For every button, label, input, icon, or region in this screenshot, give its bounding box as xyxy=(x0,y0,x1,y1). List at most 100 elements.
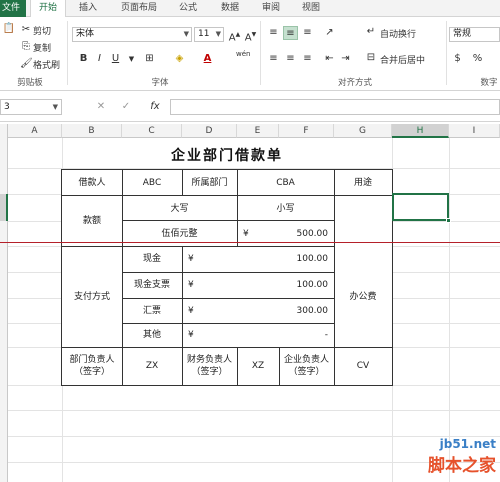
payment-amount-other[interactable]: - xyxy=(222,323,334,347)
formula-input[interactable] xyxy=(170,99,500,115)
underline-button[interactable]: U xyxy=(108,52,123,66)
copy-button[interactable]: 复制 xyxy=(33,41,51,54)
fill-color-icon[interactable]: ◈ xyxy=(172,52,187,66)
increase-font-icon[interactable]: A▲ xyxy=(227,28,242,43)
column-header-i[interactable]: I xyxy=(449,124,500,138)
row-header[interactable] xyxy=(0,138,8,194)
column-header-c[interactable]: C xyxy=(122,124,182,138)
finance-head-label[interactable]: 财务负责人（签字） xyxy=(182,347,237,385)
dept-head-value[interactable]: ZX xyxy=(122,347,182,385)
percent-icon[interactable]: % xyxy=(470,52,485,66)
orientation-icon[interactable]: ↗ xyxy=(322,26,337,40)
excel-window: 文件 开始 插入 页面布局 公式 数据 审阅 视图 📋 ✂ 剪切 ⎘ 复制 🖌 … xyxy=(0,0,500,482)
border-icon[interactable]: ⊞ xyxy=(142,52,157,66)
align-top-icon[interactable]: ≡ xyxy=(266,26,281,40)
active-cell-h[interactable] xyxy=(392,193,451,223)
italic-button[interactable]: I xyxy=(92,52,107,66)
font-group-label: 字体 xyxy=(151,78,169,88)
align-left-icon[interactable]: ≡ xyxy=(266,52,281,66)
column-header-b[interactable]: B xyxy=(62,124,122,138)
cut-button[interactable]: 剪切 xyxy=(33,24,51,37)
select-all-corner[interactable] xyxy=(0,124,8,138)
column-header-f[interactable]: F xyxy=(279,124,334,138)
bold-button[interactable]: B xyxy=(76,52,91,66)
font-name-value: 宋体 xyxy=(76,29,95,39)
dept-value[interactable]: CBA xyxy=(237,170,334,196)
paste-icon[interactable]: 📋 xyxy=(2,23,16,35)
purpose-label[interactable]: 用途 xyxy=(334,170,392,196)
payment-amount-cash[interactable]: 100.00 xyxy=(222,246,334,272)
column-header-d[interactable]: D xyxy=(182,124,237,138)
tab-data[interactable]: 数据 xyxy=(212,0,248,17)
payment-method-check[interactable]: 现金支票 xyxy=(122,272,182,298)
row-header[interactable] xyxy=(0,221,8,482)
payment-method-cash[interactable]: 现金 xyxy=(122,246,182,272)
phonetic-guide-button[interactable]: wén xyxy=(236,50,250,58)
tab-formulas[interactable]: 公式 xyxy=(170,0,206,17)
borrower-value[interactable]: ABC xyxy=(122,170,182,196)
align-center-icon[interactable]: ≡ xyxy=(283,52,298,66)
amount-upper-label[interactable]: 大写 xyxy=(122,196,237,221)
purpose-value[interactable]: 办公费 xyxy=(334,196,392,347)
fill-handle[interactable] xyxy=(446,218,451,223)
tab-home[interactable]: 开始 xyxy=(30,0,66,18)
table-border xyxy=(61,385,393,386)
dept-label[interactable]: 所属部门 xyxy=(182,170,237,196)
row-header-selected[interactable] xyxy=(0,194,8,221)
table-border xyxy=(182,246,183,385)
payment-amount-draft[interactable]: 300.00 xyxy=(222,298,334,323)
font-name-combo[interactable]: 宋体 ▼ xyxy=(72,27,192,42)
cancel-icon[interactable]: ✕ xyxy=(95,101,107,113)
chevron-down-icon: ▼ xyxy=(215,30,221,38)
payment-currency: ¥ xyxy=(188,305,194,316)
wrap-text-button[interactable]: 自动换行 xyxy=(380,27,416,40)
column-header-a[interactable]: A xyxy=(8,124,62,138)
payment-amount-check[interactable]: 100.00 xyxy=(222,272,334,298)
merge-center-button[interactable]: 合并后居中 xyxy=(380,53,425,66)
font-size-value: 11 xyxy=(198,29,210,39)
font-color-icon[interactable]: A xyxy=(200,52,215,66)
align-middle-icon[interactable]: ≡ xyxy=(283,26,298,40)
tab-file[interactable]: 文件 xyxy=(0,0,26,17)
watermark-name: 脚本之家 xyxy=(428,456,496,476)
finance-head-value[interactable]: XZ xyxy=(237,347,279,385)
format-painter-button[interactable]: 格式刷 xyxy=(33,58,60,71)
borrower-label[interactable]: 借款人 xyxy=(62,170,122,196)
enter-icon[interactable]: ✓ xyxy=(120,101,132,113)
align-bottom-icon[interactable]: ≡ xyxy=(300,26,315,40)
formula-bar: 3 ▼ ✕ ✓ fx xyxy=(0,92,500,122)
tab-review[interactable]: 审阅 xyxy=(253,0,289,17)
dept-head-label[interactable]: 部门负责人（签字） xyxy=(62,347,122,385)
column-header-e[interactable]: E xyxy=(237,124,279,138)
amount-lower-label[interactable]: 小写 xyxy=(237,196,334,221)
company-head-value[interactable]: CV xyxy=(334,347,392,385)
column-header-g[interactable]: G xyxy=(334,124,392,138)
chevron-down-icon[interactable]: ▼ xyxy=(124,52,139,66)
decrease-indent-icon[interactable]: ⇤ xyxy=(322,52,337,66)
column-header-h[interactable]: H xyxy=(392,124,449,138)
insert-function-button[interactable]: fx xyxy=(148,101,162,113)
group-separator xyxy=(67,21,68,85)
alignment-group-label: 对齐方式 xyxy=(337,78,372,88)
table-border xyxy=(122,220,334,221)
payment-method-draft[interactable]: 汇票 xyxy=(122,298,182,323)
table-border xyxy=(334,170,335,385)
tab-view[interactable]: 视图 xyxy=(293,0,329,17)
currency-icon[interactable]: $ xyxy=(450,52,465,66)
page-break-line xyxy=(0,242,500,243)
number-format-combo[interactable]: 常规 xyxy=(449,27,500,42)
payment-method-label[interactable]: 支付方式 xyxy=(62,246,122,347)
tab-insert[interactable]: 插入 xyxy=(70,0,106,17)
payment-currency: ¥ xyxy=(188,280,194,290)
amount-label[interactable]: 款额 xyxy=(62,196,122,246)
decrease-font-icon[interactable]: A▼ xyxy=(243,28,258,43)
font-size-combo[interactable]: 11 ▼ xyxy=(194,27,224,42)
table-border xyxy=(237,170,238,246)
name-box[interactable]: 3 ▼ xyxy=(0,99,62,115)
company-head-label[interactable]: 企业负责人（签字） xyxy=(279,347,334,385)
table-border xyxy=(62,347,392,348)
align-right-icon[interactable]: ≡ xyxy=(300,52,315,66)
increase-indent-icon[interactable]: ⇥ xyxy=(338,52,353,66)
payment-method-other[interactable]: 其他 xyxy=(122,323,182,347)
tab-page-layout[interactable]: 页面布局 xyxy=(112,0,166,17)
